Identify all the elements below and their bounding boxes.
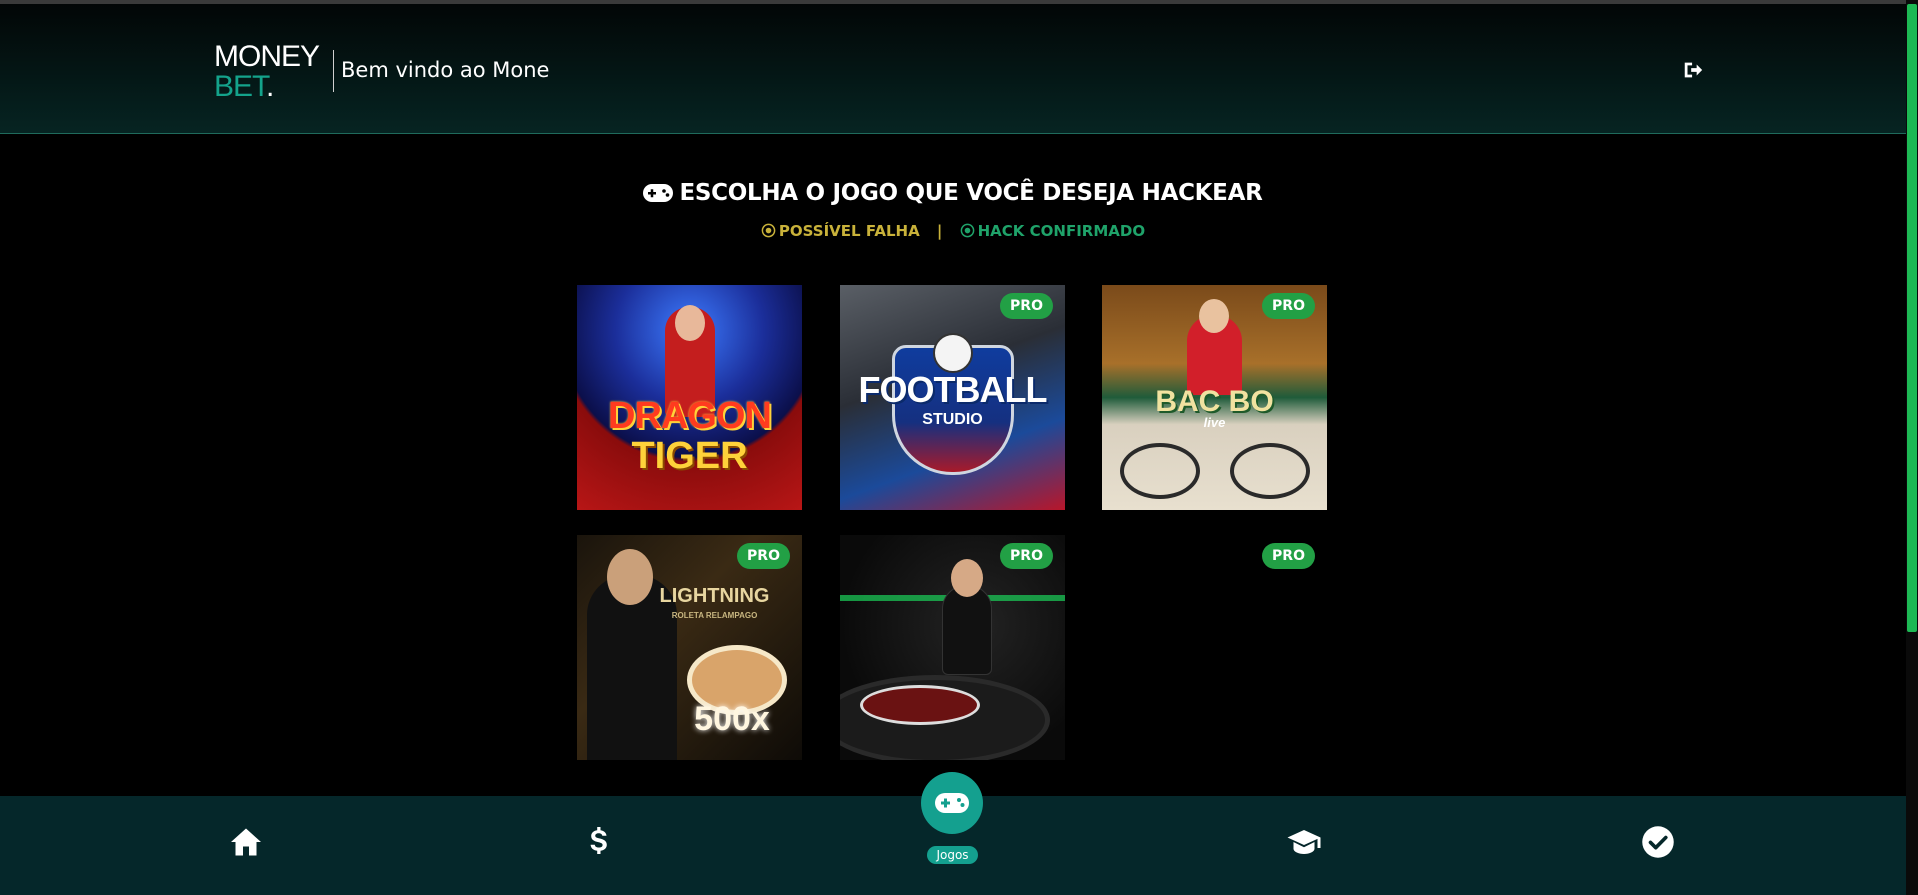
- dealer-head: [675, 305, 705, 341]
- game-card-live-roulette[interactable]: PRO: [840, 535, 1065, 760]
- scrollbar[interactable]: [1906, 0, 1918, 895]
- game-card-lightning-roulette[interactable]: LIGHTNING ROLETA RELAMPAGO 500x PRO: [577, 535, 802, 760]
- pro-badge: PRO: [1000, 543, 1053, 569]
- logo-bet: BET: [214, 70, 267, 103]
- logo[interactable]: MONEY BET.: [214, 40, 320, 102]
- logo-dot: .: [266, 70, 274, 103]
- game-title-line2: TIGER: [631, 435, 748, 477]
- sign-out-icon[interactable]: [1682, 59, 1704, 81]
- game-card-football-studio[interactable]: FOOTBALL STUDIO PRO: [840, 285, 1065, 510]
- legend-possible-fail-label: POSSÍVEL FALHA: [778, 222, 920, 240]
- dealer-figure: [942, 585, 992, 675]
- logo-line1: MONEY: [214, 40, 320, 73]
- football-ball: [933, 333, 973, 373]
- dot-circle-icon: [960, 223, 974, 238]
- legend-confirmed: HACK CONFIRMADO: [960, 222, 1145, 240]
- pro-badge: PRO: [1262, 543, 1315, 569]
- dealer-head: [951, 559, 983, 597]
- legend-confirmed-label: HACK CONFIRMADO: [977, 222, 1146, 240]
- game-title-line1: LIGHTNING: [659, 585, 770, 607]
- dealer-head: [1199, 299, 1229, 333]
- roulette-wheel: [860, 685, 980, 725]
- logo-line2: BET.: [214, 72, 319, 102]
- game-title-line2: live: [1203, 415, 1226, 430]
- game-title-line1: FOOTBALL: [858, 369, 1048, 410]
- pro-badge: PRO: [1262, 293, 1315, 319]
- game-card-bac-bo[interactable]: BAC BO live PRO: [1102, 285, 1327, 510]
- game-title-line2: STUDIO: [922, 411, 983, 428]
- pro-badge: PRO: [1000, 293, 1053, 319]
- gamepad-icon: [935, 793, 969, 813]
- legend-separator: |: [936, 222, 943, 240]
- game-card-empty[interactable]: PRO: [1102, 535, 1327, 760]
- welcome-text: Bem vindo ao Mone: [341, 58, 550, 82]
- game-title-line2: ROLETA RELAMPAGO: [671, 611, 758, 620]
- table-ring-left: [1120, 443, 1200, 499]
- page-title: ESCOLHA O JOGO QUE VOCÊ DESEJA HACKEAR: [0, 180, 1906, 206]
- dot-circle-icon: [761, 223, 776, 238]
- status-legend: POSSÍVEL FALHA | HACK CONFIRMADO: [0, 222, 1906, 240]
- home-icon[interactable]: [228, 824, 264, 860]
- multiplier-text: 500x: [694, 700, 770, 738]
- scrollbar-thumb[interactable]: [1907, 4, 1917, 632]
- legend-possible-fail: POSSÍVEL FALHA: [761, 222, 925, 240]
- games-nav-button[interactable]: [921, 772, 983, 834]
- pro-badge: PRO: [737, 543, 790, 569]
- header: MONEY BET. Bem vindo ao Mone: [0, 4, 1906, 134]
- table-ring-right: [1230, 443, 1310, 499]
- page-title-text: ESCOLHA O JOGO QUE VOCÊ DESEJA HACKEAR: [679, 180, 1263, 206]
- graduation-cap-icon[interactable]: [1286, 824, 1322, 860]
- game-card-dragon-tiger[interactable]: DRAGON TIGER: [577, 285, 802, 510]
- game-title-line1: DRAGON: [608, 395, 772, 437]
- dollar-icon[interactable]: [581, 824, 617, 860]
- gamepad-icon: [643, 184, 674, 202]
- check-circle-icon[interactable]: [1640, 824, 1676, 860]
- games-nav-label[interactable]: Jogos: [927, 846, 978, 864]
- game-title-line1: BAC BO: [1155, 385, 1274, 418]
- header-divider: [333, 50, 334, 92]
